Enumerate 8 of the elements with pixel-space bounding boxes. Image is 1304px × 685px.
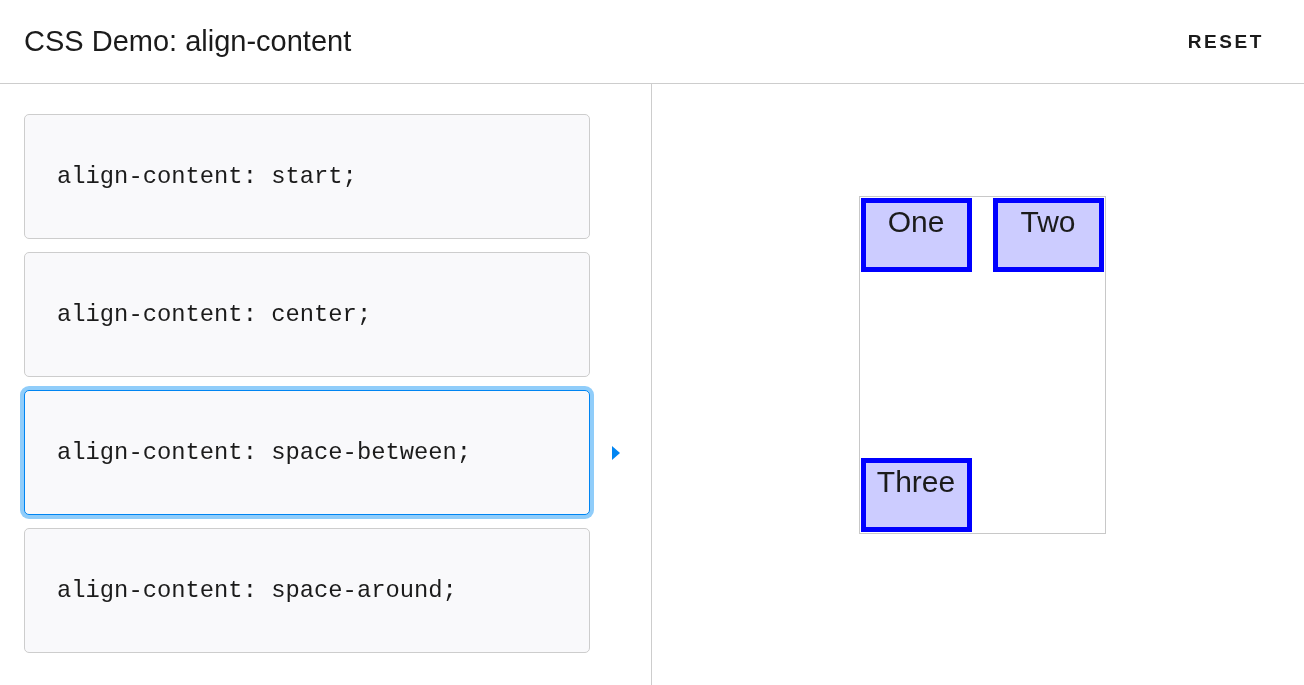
code-option[interactable]: align-content: start; <box>24 114 590 239</box>
demo-item: Two <box>992 198 1104 272</box>
code-option[interactable]: align-content: space-around; <box>24 528 590 653</box>
demo-item: Three <box>860 458 972 532</box>
code-option[interactable]: align-content: center; <box>24 252 590 377</box>
demo-item: One <box>860 198 972 272</box>
page-title: CSS Demo: align-content <box>24 25 352 58</box>
reset-button[interactable]: RESET <box>1187 24 1264 59</box>
